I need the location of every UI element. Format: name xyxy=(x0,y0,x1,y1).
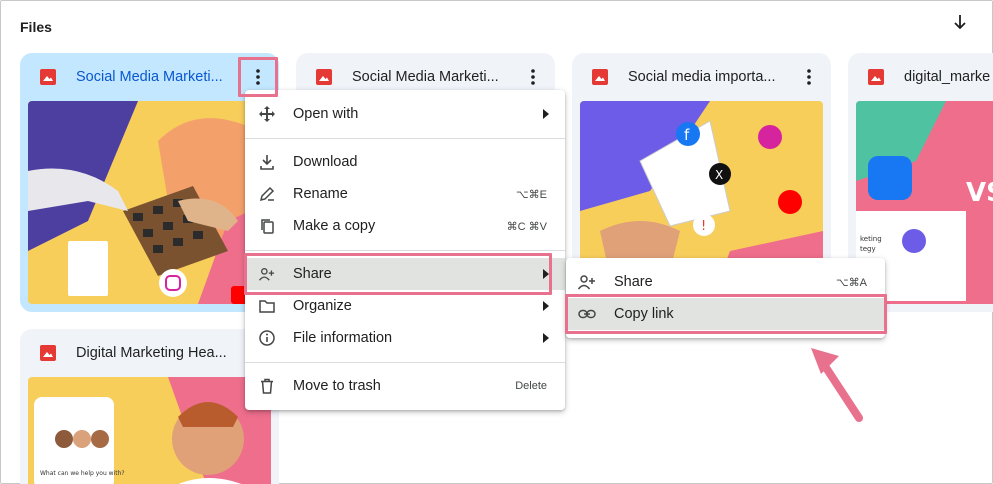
file-title: Social Media Marketi... xyxy=(76,69,223,85)
arrow-down-icon xyxy=(954,15,966,30)
trash-icon xyxy=(261,378,273,394)
menu-item-organize[interactable]: Organize xyxy=(245,290,565,322)
file-title: Social Media Marketi... xyxy=(352,69,499,85)
file-card[interactable]: Social Media Marketi... xyxy=(20,53,279,312)
menu-item-label: Download xyxy=(293,154,358,170)
file-title: Digital Marketing Hea... xyxy=(76,345,227,361)
menu-item-label: Share xyxy=(293,266,332,282)
shortcut-text: ⌥⌘E xyxy=(515,188,547,201)
menu-item-make-a-copy[interactable]: Make a copy ⌘C ⌘V xyxy=(245,210,565,242)
link-icon xyxy=(578,309,596,319)
thumb-text: ! xyxy=(701,219,706,234)
pointer-arrow-icon xyxy=(811,348,863,422)
folder-icon xyxy=(259,300,275,313)
menu-item-open-with[interactable]: Open with xyxy=(245,98,565,130)
menu-item-label: Share xyxy=(614,274,653,290)
menu-item-move-to-trash[interactable]: Move to trash Delete xyxy=(245,370,565,402)
file-card[interactable]: Digital Marketing Hea... What can we hel… xyxy=(20,329,279,484)
menu-divider xyxy=(245,138,565,139)
file-thumbnail: What can we help you with? xyxy=(28,377,271,484)
sort-button[interactable] xyxy=(949,11,971,33)
pdf-icon xyxy=(40,345,56,361)
pdf-icon xyxy=(40,69,56,85)
menu-item-share[interactable]: Share xyxy=(245,258,565,290)
submenu-arrow-icon xyxy=(543,269,549,279)
section-title: Files xyxy=(20,19,52,35)
shortcut-text: Delete xyxy=(515,380,547,392)
pdf-icon xyxy=(868,69,884,85)
menu-item-label: File information xyxy=(293,330,393,346)
thumb-text: f xyxy=(684,126,690,144)
more-vert-icon xyxy=(807,69,811,85)
submenu-arrow-icon xyxy=(543,109,549,119)
shortcut-text: ⌥⌘A xyxy=(835,276,867,289)
thumb-text: What can we help you with? xyxy=(40,470,125,477)
file-title: digital_marke xyxy=(904,69,991,85)
submenu-item-share[interactable]: Share ⌥⌘A xyxy=(566,266,885,298)
menu-item-rename[interactable]: Rename ⌥⌘E xyxy=(245,178,565,210)
file-thumbnail xyxy=(28,101,271,304)
file-title: Social media importa... xyxy=(628,69,776,85)
add-person-icon xyxy=(259,268,275,281)
thumb-text: X xyxy=(715,168,723,182)
menu-item-download[interactable]: Download xyxy=(245,146,565,178)
copy-icon xyxy=(261,219,274,234)
shortcut-text: ⌘C ⌘V xyxy=(506,220,547,233)
more-vert-icon xyxy=(531,69,535,85)
share-submenu: Share ⌥⌘A Copy link xyxy=(566,258,885,338)
menu-divider xyxy=(245,250,565,251)
add-person-icon xyxy=(578,275,595,290)
pencil-icon xyxy=(259,186,275,202)
submenu-arrow-icon xyxy=(543,333,549,343)
pdf-icon xyxy=(592,69,608,85)
info-icon xyxy=(259,330,275,346)
menu-item-file-information[interactable]: File information xyxy=(245,322,565,354)
pdf-icon xyxy=(316,69,332,85)
menu-item-label: Open with xyxy=(293,106,359,122)
submenu-arrow-icon xyxy=(543,301,549,311)
download-icon xyxy=(260,155,274,170)
menu-item-label: Rename xyxy=(293,186,348,202)
more-actions-button[interactable] xyxy=(797,65,821,89)
thumb-text: keting xyxy=(860,235,882,243)
menu-item-label: Organize xyxy=(293,298,352,314)
submenu-item-copy-link[interactable]: Copy link xyxy=(566,298,885,330)
more-actions-button[interactable] xyxy=(246,65,270,89)
more-actions-button[interactable] xyxy=(521,65,545,89)
menu-item-label: Make a copy xyxy=(293,218,376,234)
move-icon xyxy=(259,106,275,122)
menu-divider xyxy=(245,362,565,363)
menu-item-label: Move to trash xyxy=(293,378,381,394)
menu-item-label: Copy link xyxy=(614,306,674,322)
more-vert-icon xyxy=(256,69,260,85)
thumb-text: tegy xyxy=(860,245,876,253)
context-menu: Open with Download Rename ⌥⌘E Make a cop… xyxy=(245,90,565,410)
files-panel: Files Social Media Marketi... Social Med… xyxy=(0,0,993,484)
thumb-text: VS xyxy=(966,178,993,208)
